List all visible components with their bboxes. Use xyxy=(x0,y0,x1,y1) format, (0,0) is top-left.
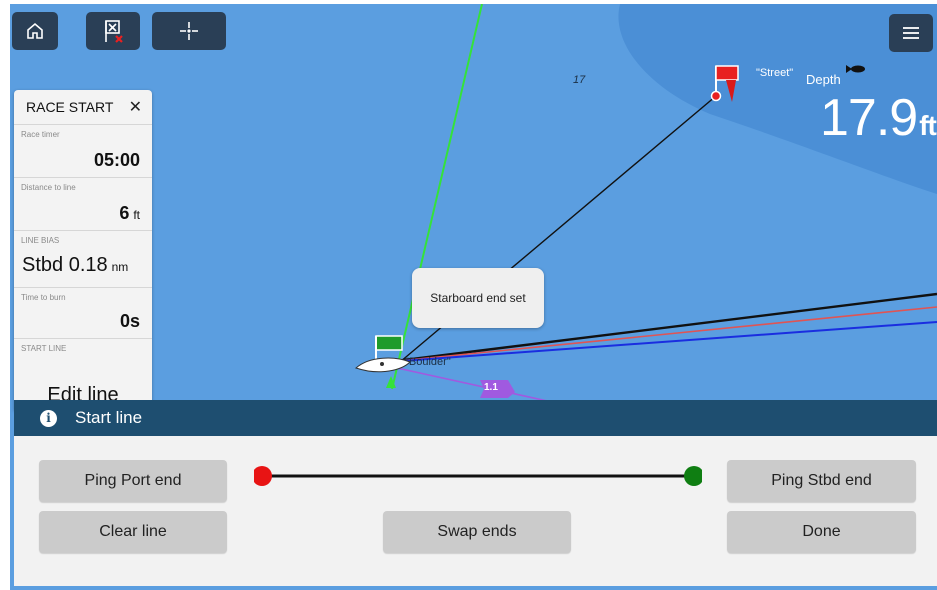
dialog-header: i Start line xyxy=(14,400,937,436)
race-start-panel: RACE START ✕ Race timer 05:00 Distance t… xyxy=(14,90,152,410)
menu-icon xyxy=(903,27,919,39)
clear-line-button[interactable]: Clear line xyxy=(39,511,227,553)
position-button[interactable] xyxy=(152,12,226,50)
mark-label: "Street" xyxy=(756,67,794,79)
depth-value: 17.9 xyxy=(820,89,918,147)
clear-mark-button[interactable] xyxy=(86,12,140,50)
depth-label: Depth xyxy=(806,72,841,87)
time-to-burn-label: Time to burn xyxy=(21,293,66,302)
ping-stbd-end-button[interactable]: Ping Stbd end xyxy=(727,460,916,502)
ping-port-end-button[interactable]: Ping Port end xyxy=(39,460,227,502)
dialog-title: Start line xyxy=(75,408,143,427)
race-start-title: RACE START xyxy=(26,99,114,115)
distance-label: Distance to line xyxy=(21,183,76,192)
close-icon[interactable]: ✕ xyxy=(129,97,142,117)
swap-ends-button[interactable]: Swap ends xyxy=(383,511,571,553)
race-start-header: RACE START ✕ xyxy=(14,90,152,125)
race-timer-cell[interactable]: Race timer 05:00 xyxy=(14,125,152,178)
boat-label: "Boulder" xyxy=(405,356,451,368)
line-bias-unit: nm xyxy=(111,260,129,274)
distance-readout: 6 ft xyxy=(119,203,140,224)
race-timer-label: Race timer xyxy=(21,130,60,139)
distance-to-line-cell: Distance to line 6 ft xyxy=(14,178,152,231)
chartplotter-screen: 17 "Street" "Boulder" 1.1 Depth 17.9ft R… xyxy=(0,0,937,590)
route-label: 1.1 xyxy=(484,382,498,393)
crosshair-icon xyxy=(180,22,198,40)
distance-unit: ft xyxy=(133,208,140,222)
done-button[interactable]: Done xyxy=(727,511,916,553)
depth-readout: 17.9ft xyxy=(820,88,937,148)
clear-mark-icon xyxy=(105,20,123,43)
start-line-dialog: i Start line Ping Port end Ping Stbd end… xyxy=(14,400,937,586)
boat-icon xyxy=(355,357,411,388)
distance-value: 6 xyxy=(119,203,130,223)
line-bias-readout: Stbd 0.18 nm xyxy=(22,254,128,277)
race-timer-value: 05:00 xyxy=(93,150,140,170)
line-bias-label: LINE BIAS xyxy=(21,236,60,245)
menu-button[interactable] xyxy=(889,14,933,52)
starboard-flag-icon xyxy=(375,335,403,360)
port-end-dot xyxy=(254,466,272,486)
home-icon xyxy=(27,22,43,39)
line-bias-value: Stbd 0.18 xyxy=(22,254,108,276)
start-line-graphic xyxy=(254,466,702,486)
time-to-burn-value: 0s xyxy=(119,311,140,331)
time-to-burn-cell: Time to burn 0s xyxy=(14,288,152,339)
chart-depth-sounding: 17 xyxy=(573,74,586,86)
starboard-end-set-toast: Starboard end set xyxy=(412,268,544,328)
info-icon: i xyxy=(40,409,57,427)
stbd-end-dot xyxy=(684,466,702,486)
depth-unit: ft xyxy=(919,110,937,141)
start-line-label: START LINE xyxy=(21,344,67,353)
home-button[interactable] xyxy=(12,12,58,50)
line-bias-cell: LINE BIAS Stbd 0.18 nm xyxy=(14,231,152,288)
